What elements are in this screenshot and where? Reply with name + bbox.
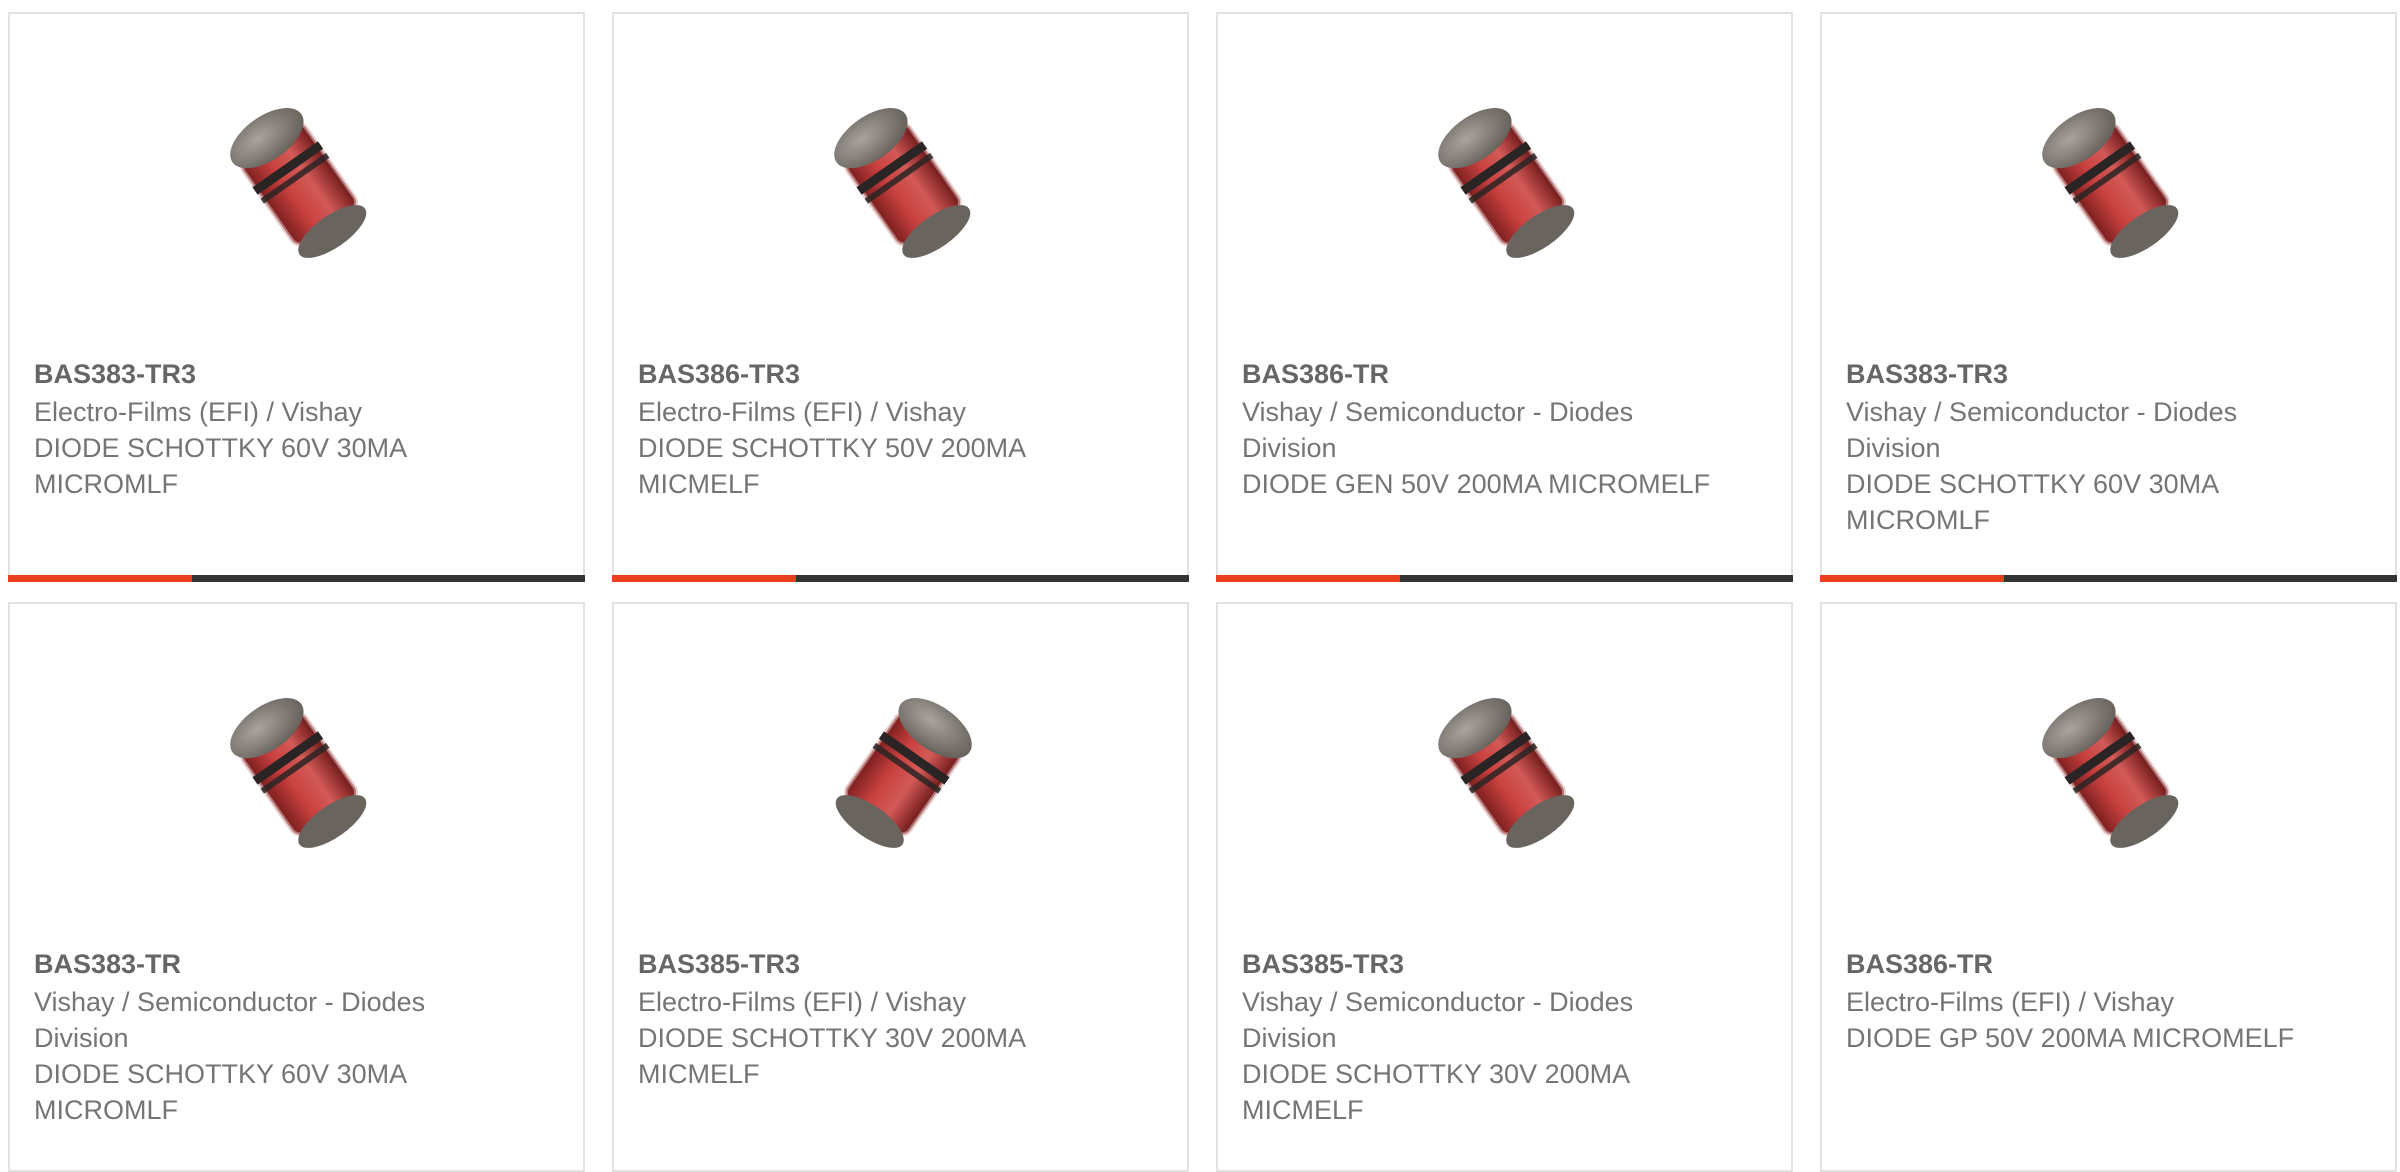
part-number[interactable]: BAS383-TR3 xyxy=(34,356,504,392)
part-number[interactable]: BAS383-TR xyxy=(34,946,504,982)
product-image[interactable] xyxy=(2008,674,2213,879)
diode-melf-icon xyxy=(828,689,978,864)
card-footer-bar xyxy=(612,575,1189,582)
product-info: BAS385-TR3 Vishay / Semiconductor - Diod… xyxy=(1242,946,1712,1128)
part-number[interactable]: BAS385-TR3 xyxy=(1242,946,1712,982)
card-accent xyxy=(612,575,796,582)
diode-melf-icon xyxy=(2036,99,2186,274)
card-accent xyxy=(8,575,192,582)
product-card[interactable]: BAS383-TR3 Electro-Films (EFI) / Vishay … xyxy=(8,12,585,582)
card-footer-bar xyxy=(8,575,585,582)
part-number[interactable]: BAS386-TR xyxy=(1242,356,1712,392)
manufacturer: Vishay / Semiconductor - Diodes Division xyxy=(1242,397,1634,463)
product-info: BAS383-TR Vishay / Semiconductor - Diode… xyxy=(34,946,504,1128)
manufacturer: Electro-Films (EFI) / Vishay xyxy=(1846,987,2175,1017)
part-number[interactable]: BAS385-TR3 xyxy=(638,946,1108,982)
manufacturer: Vishay / Semiconductor - Diodes Division xyxy=(34,987,426,1053)
diode-melf-icon xyxy=(2036,689,2186,864)
product-info: BAS383-TR3 Electro-Films (EFI) / Vishay … xyxy=(34,356,504,502)
card-footer-bar xyxy=(1216,575,1793,582)
description: DIODE SCHOTTKY 60V 30MA MICROMLF xyxy=(34,1059,406,1125)
product-card[interactable]: BAS383-TR3 Vishay / Semiconductor - Diod… xyxy=(1820,12,2397,582)
manufacturer: Electro-Films (EFI) / Vishay xyxy=(638,397,967,427)
product-image[interactable] xyxy=(800,84,1005,289)
product-card[interactable]: BAS386-TR3 Electro-Films (EFI) / Vishay … xyxy=(612,12,1189,582)
product-image[interactable] xyxy=(2008,84,2213,289)
card-accent xyxy=(1216,575,1400,582)
part-number[interactable]: BAS386-TR xyxy=(1846,946,2316,982)
description: DIODE GEN 50V 200MA MICROMELF xyxy=(1242,469,1711,499)
diode-melf-icon xyxy=(1432,689,1582,864)
product-image[interactable] xyxy=(196,674,401,879)
product-info: BAS386-TR3 Electro-Films (EFI) / Vishay … xyxy=(638,356,1108,502)
manufacturer: Electro-Films (EFI) / Vishay xyxy=(638,987,967,1017)
description: DIODE SCHOTTKY 30V 200MA MICMELF xyxy=(638,1023,1025,1089)
product-image[interactable] xyxy=(1404,674,1609,879)
product-image[interactable] xyxy=(1404,84,1609,289)
product-card[interactable]: BAS386-TR Electro-Films (EFI) / Vishay D… xyxy=(1820,602,2397,1172)
product-info: BAS386-TR Vishay / Semiconductor - Diode… xyxy=(1242,356,1712,502)
diode-melf-icon xyxy=(224,689,374,864)
product-card[interactable]: BAS386-TR Vishay / Semiconductor - Diode… xyxy=(1216,12,1793,582)
product-image[interactable] xyxy=(800,674,1005,879)
manufacturer: Electro-Films (EFI) / Vishay xyxy=(34,397,363,427)
card-footer-bar xyxy=(1820,575,2397,582)
product-info: BAS385-TR3 Electro-Films (EFI) / Vishay … xyxy=(638,946,1108,1092)
manufacturer: Vishay / Semiconductor - Diodes Division xyxy=(1846,397,2238,463)
part-number[interactable]: BAS383-TR3 xyxy=(1846,356,2316,392)
card-accent xyxy=(1820,575,2004,582)
product-card[interactable]: BAS383-TR Vishay / Semiconductor - Diode… xyxy=(8,602,585,1172)
diode-melf-icon xyxy=(224,99,374,274)
part-number[interactable]: BAS386-TR3 xyxy=(638,356,1108,392)
product-card[interactable]: BAS385-TR3 Electro-Films (EFI) / Vishay … xyxy=(612,602,1189,1172)
description: DIODE SCHOTTKY 50V 200MA MICMELF xyxy=(638,433,1025,499)
description: DIODE GP 50V 200MA MICROMELF xyxy=(1846,1023,2295,1053)
manufacturer: Vishay / Semiconductor - Diodes Division xyxy=(1242,987,1634,1053)
diode-melf-icon xyxy=(1432,99,1582,274)
product-info: BAS383-TR3 Vishay / Semiconductor - Diod… xyxy=(1846,356,2316,538)
description: DIODE SCHOTTKY 30V 200MA MICMELF xyxy=(1242,1059,1629,1125)
product-card[interactable]: BAS385-TR3 Vishay / Semiconductor - Diod… xyxy=(1216,602,1793,1172)
description: DIODE SCHOTTKY 60V 30MA MICROMLF xyxy=(34,433,406,499)
product-info: BAS386-TR Electro-Films (EFI) / Vishay D… xyxy=(1846,946,2316,1056)
description: DIODE SCHOTTKY 60V 30MA MICROMLF xyxy=(1846,469,2218,535)
product-image[interactable] xyxy=(196,84,401,289)
diode-melf-icon xyxy=(828,99,978,274)
